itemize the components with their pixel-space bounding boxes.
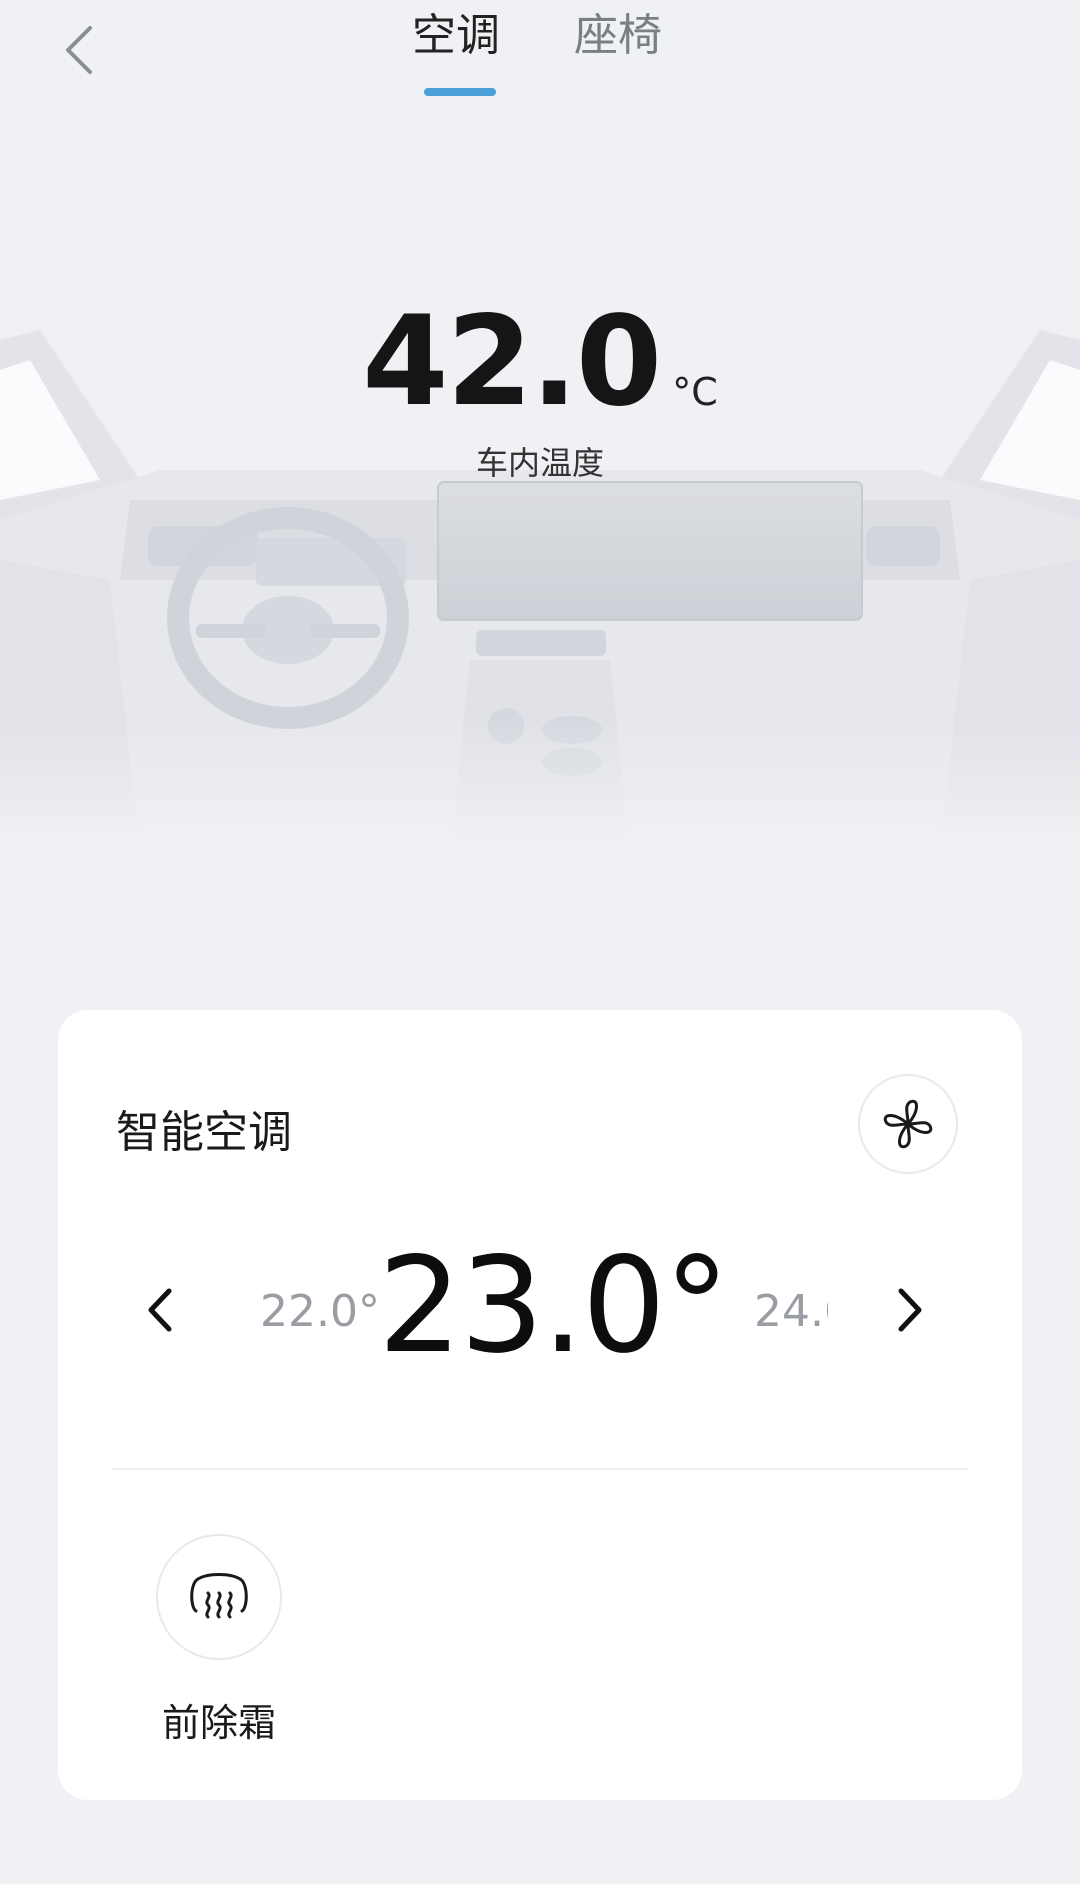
active-tab-indicator	[424, 88, 496, 96]
cabin-temperature-display: 42.0 °C	[0, 300, 1080, 424]
cabin-temperature-value: 42.0	[362, 290, 662, 434]
card-divider	[112, 1468, 968, 1470]
climate-page: 空调 座椅 42.0 °C 车内温度 智能空调 22.0° 23.0° 24. …	[0, 0, 1080, 1884]
previous-temperature-value: 22.0°	[260, 1286, 380, 1337]
tab-air-conditioning[interactable]: 空调	[412, 14, 500, 58]
next-temperature-option[interactable]: 24.0°	[754, 1286, 828, 1337]
front-defrost-icon	[190, 1573, 248, 1619]
cabin-temperature-label: 车内温度	[475, 444, 604, 482]
previous-temperature-option[interactable]: 22.0°	[250, 1286, 380, 1337]
fan-icon	[883, 1099, 933, 1149]
front-defrost-button[interactable]	[156, 1534, 282, 1660]
front-defrost-label: 前除霜	[161, 1701, 276, 1745]
increase-temperature-button[interactable]	[870, 1270, 950, 1350]
fan-button[interactable]	[858, 1074, 958, 1174]
chevron-left-icon	[148, 1288, 172, 1332]
smart-ac-card: 智能空调 22.0° 23.0° 24.0°	[58, 1010, 1022, 1800]
temperature-selector: 22.0° 23.0° 24.0°	[58, 1240, 1022, 1390]
cabin-temperature-unit: °C	[672, 370, 718, 414]
chevron-right-icon	[898, 1288, 922, 1332]
card-title: 智能空调	[116, 1107, 292, 1158]
tab-seats[interactable]: 座椅	[574, 14, 662, 58]
tab-bar: 空调 座椅	[0, 14, 1080, 104]
selected-temperature[interactable]: 23.0°	[378, 1240, 730, 1372]
decrease-temperature-button[interactable]	[120, 1270, 200, 1350]
